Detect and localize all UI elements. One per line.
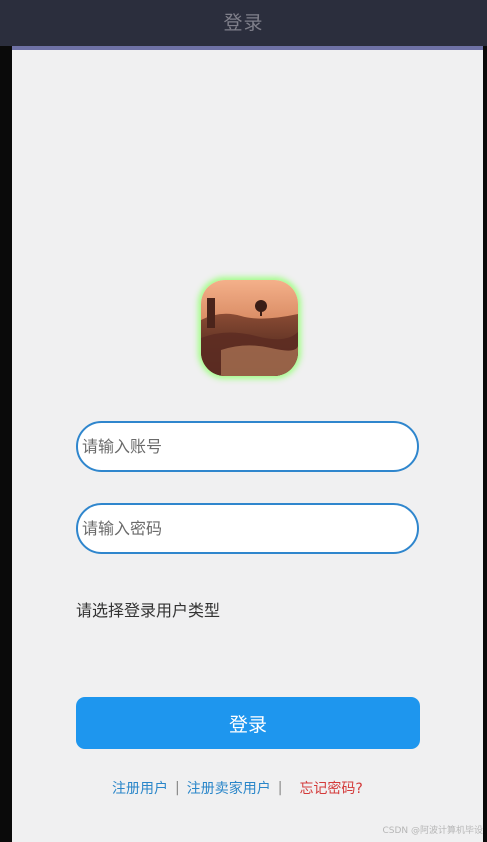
watermark: CSDN @阿波计算机毕设: [382, 826, 483, 836]
account-input[interactable]: [80, 436, 417, 457]
login-button[interactable]: 登录: [76, 697, 420, 749]
auth-links: 注册用户 | 注册卖家用户 | 忘记密码?: [112, 778, 363, 798]
user-type-selector[interactable]: 请选择登录用户类型: [76, 597, 220, 621]
password-field[interactable]: [76, 503, 419, 554]
page-title: 登录: [223, 12, 264, 34]
register-user-link[interactable]: 注册用户: [112, 778, 168, 798]
password-input[interactable]: [80, 518, 417, 539]
link-separator: |: [175, 780, 180, 796]
avatar-image: [201, 280, 298, 376]
account-field[interactable]: [76, 421, 419, 472]
forgot-password-link[interactable]: 忘记密码?: [299, 778, 362, 798]
register-seller-link[interactable]: 注册卖家用户: [187, 778, 271, 798]
landscape-avatar-icon: [201, 280, 298, 376]
link-separator: |: [277, 780, 283, 796]
app-window: 登录 请输入账号 请选择登录用户类型 登录 注册用户 | 注册卖家用户 | 忘记…: [0, 0, 487, 842]
